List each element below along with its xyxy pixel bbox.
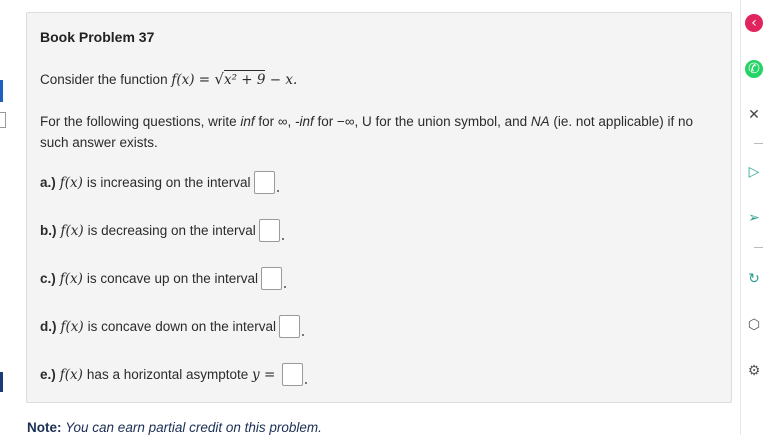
browser-sidebar: ‹ ✆ ✕ ▷ ➢ ↻ ⬡ ⚙: [740, 0, 763, 435]
note-label: Note:: [27, 420, 62, 435]
instr-inf: inf: [240, 114, 255, 129]
instr-part: for −∞, U for the union symbol, and: [313, 114, 531, 129]
question-label: b.): [40, 223, 57, 238]
instr-part: For the following questions, write: [40, 114, 241, 129]
question-text: is concave up on the interval: [86, 271, 259, 286]
problem-card: Book Problem 37 Consider the function f(…: [26, 12, 732, 403]
left-edge-marker-bottom: [0, 372, 3, 392]
note: Note: You can earn partial credit on thi…: [27, 420, 322, 435]
question-text: has a horizontal asymptote: [86, 367, 249, 382]
question-text: is decreasing on the interval: [87, 223, 256, 238]
whatsapp-icon[interactable]: ✆: [745, 60, 763, 78]
question-text: is increasing on the interval: [86, 175, 251, 190]
note-text: You can earn partial credit on this prob…: [65, 420, 322, 435]
answer-input-c[interactable]: [261, 267, 287, 290]
question-fx: f(x): [59, 174, 83, 191]
function-tail: − x.: [265, 72, 298, 88]
send-icon[interactable]: ➢: [745, 209, 763, 227]
question-label: c.): [40, 271, 56, 286]
instr-na: NA: [530, 114, 550, 129]
question-text: is concave down on the interval: [87, 319, 277, 334]
instructions: For the following questions, write inf f…: [40, 111, 710, 153]
left-edge-strip: [0, 0, 6, 435]
settings-icon[interactable]: ⚙: [745, 362, 763, 380]
answer-input-e[interactable]: [282, 363, 308, 386]
sidebar-divider: [754, 247, 763, 248]
question-label: d.): [40, 319, 57, 334]
question-fx: f(x): [59, 270, 83, 287]
problem-statement: Consider the function f(x) = √x² + 9 − x…: [40, 70, 297, 88]
answer-input-b[interactable]: [258, 219, 284, 242]
question-b: b.) f(x) is decreasing on the interval: [40, 219, 284, 242]
answer-input-d[interactable]: [279, 315, 305, 338]
left-edge-checkbox: [0, 112, 6, 128]
close-icon[interactable]: ✕: [745, 106, 763, 124]
question-fx: f(x): [60, 222, 84, 239]
question-eq: y =: [252, 366, 276, 383]
answer-input-a[interactable]: [253, 171, 279, 194]
sidebar-divider: [754, 143, 763, 144]
refresh-icon[interactable]: ↻: [745, 270, 763, 288]
problem-title: Book Problem 37: [40, 29, 155, 45]
cube-icon[interactable]: ⬡: [745, 316, 763, 334]
question-fx: f(x): [60, 318, 84, 335]
left-edge-marker: [0, 80, 3, 102]
question-label: a.): [40, 175, 56, 190]
chevron-icon[interactable]: ‹: [745, 14, 763, 32]
question-label: e.): [40, 367, 56, 382]
instr-neginf: -inf: [295, 114, 314, 129]
play-icon[interactable]: ▷: [745, 163, 763, 181]
function-lhs: f(x) =: [171, 72, 215, 88]
question-e: e.) f(x) has a horizontal asymptote y =: [40, 363, 308, 386]
question-fx: f(x): [59, 366, 83, 383]
function-radicand: x² + 9: [223, 70, 266, 88]
instr-part: for ∞,: [254, 114, 296, 129]
statement-prefix: Consider the function: [40, 72, 168, 87]
question-d: d.) f(x) is concave down on the interval: [40, 315, 305, 338]
question-a: a.) f(x) is increasing on the interval: [40, 171, 279, 194]
sqrt-symbol: √: [214, 70, 224, 88]
question-c: c.) f(x) is concave up on the interval: [40, 267, 287, 290]
